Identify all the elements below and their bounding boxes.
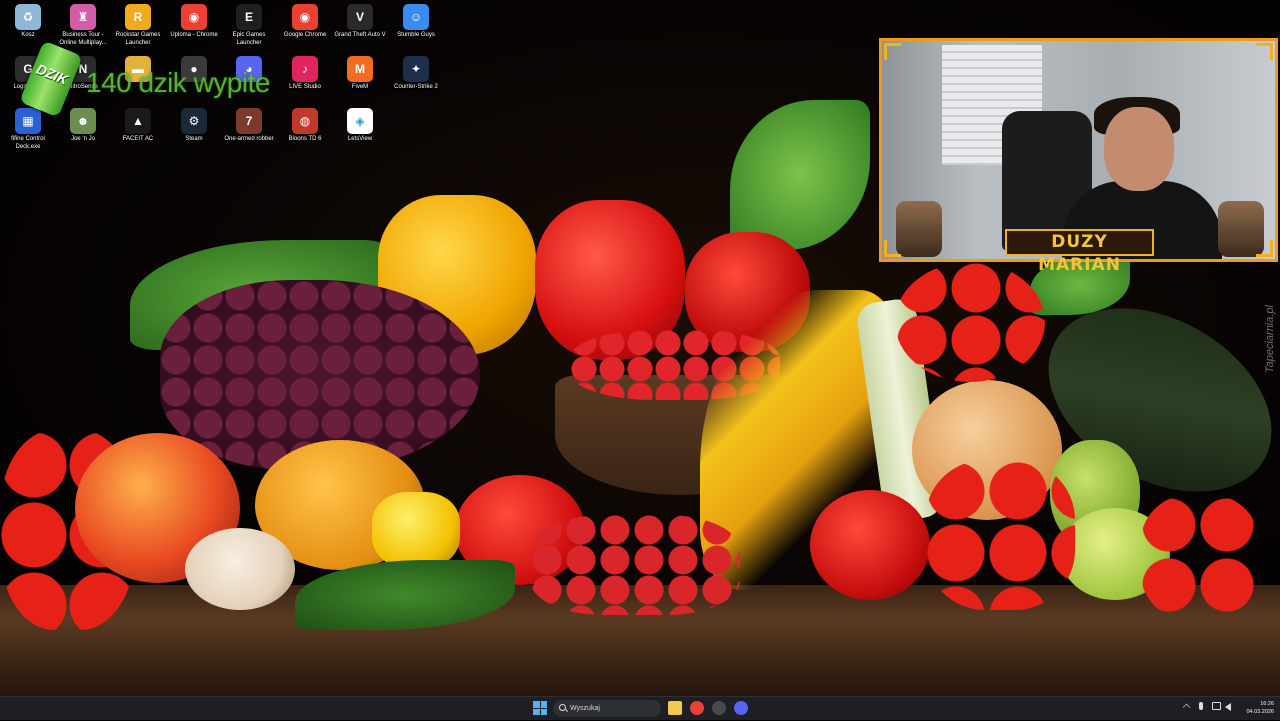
promo-counter-text: 140 dzik wypite <box>86 67 270 98</box>
desktop-icon-label: FACEIT AC <box>122 136 154 142</box>
tomatoes-cluster <box>925 460 1075 610</box>
desktop-icon-joe-n-jo[interactable]: ☻ Joe 'n Jo <box>55 108 111 144</box>
cam-streamer-head <box>1104 107 1174 191</box>
desktop-icon-rockstar[interactable]: R Rockstar Games Launcher <box>110 4 166 47</box>
business-tour-icon: ♜ <box>70 4 96 30</box>
desktop-icon-stumble[interactable]: ☺ Stumble Guys <box>388 4 444 40</box>
recycle-bin-icon: ♻ <box>15 4 41 30</box>
lettuce-right <box>730 100 870 250</box>
desktop-icon-gta5[interactable]: V Grand Theft Auto V <box>332 4 388 40</box>
desktop-icon-label: Steam <box>185 136 203 142</box>
cam-mini-avatar-left <box>896 201 942 257</box>
desktop-icon-business-tour[interactable]: ♜ Business Tour - Online Multiplay... <box>55 4 111 47</box>
taskbar-discord-icon[interactable] <box>734 701 748 715</box>
chevron-up-icon[interactable] <box>1182 703 1191 712</box>
gta5-icon: V <box>347 4 373 30</box>
taskbar-obs-icon[interactable] <box>712 701 726 715</box>
desktop-icon-label: Business Tour - Online Multiplay... <box>59 32 107 46</box>
desktop-icon-label: Google Chrome <box>283 32 327 38</box>
desktop-icon-label: Stumble Guys <box>397 32 435 38</box>
fifine-icon: ▦ <box>15 108 41 134</box>
faceit-icon: ▲ <box>125 108 151 134</box>
fivem-icon: M <box>347 56 373 82</box>
desktop-icon-label: Joe 'n Jo <box>71 136 95 142</box>
desktop-icon-label: Epic Games Launcher <box>232 32 266 46</box>
desktop-icon-label: Uploma - Chrome <box>170 32 218 38</box>
streamer-name-plate: DUZY MARIAN <box>1005 229 1154 275</box>
volume-icon[interactable] <box>1225 703 1231 711</box>
tomatoes-vine <box>895 262 1045 382</box>
desktop-icon-cs2[interactable]: ✦ Counter-Strike 2 <box>388 56 444 92</box>
clock-date: 04.03.2026 <box>1246 709 1274 715</box>
desktop-icon-label: Grand Theft Auto V <box>334 32 386 38</box>
desktop-icon-epic[interactable]: E Epic Games Launcher <box>221 4 277 47</box>
letsview-icon: ◈ <box>347 108 373 134</box>
desktop-icon-label: LetsView <box>347 136 373 142</box>
taskbar-file-explorer-icon[interactable] <box>668 701 682 715</box>
windows-logo-icon <box>533 708 540 715</box>
onion-half <box>185 528 295 610</box>
tomatoes-front <box>810 490 930 600</box>
desktop-icon-bloons[interactable]: ◍ Bloons TD 6 <box>277 108 333 144</box>
desktop-icon-recycle-bin[interactable]: ♻ Kosz <box>0 4 56 40</box>
counter-strike-icon: ✦ <box>403 56 429 82</box>
microphone-icon[interactable] <box>1199 702 1203 710</box>
wallpaper-watermark: Tapeciarnia.pl <box>1264 305 1276 374</box>
taskbar-clock[interactable]: 16:26 04.03.2026 <box>1238 700 1274 716</box>
cam-frame-corner <box>884 43 901 60</box>
cam-frame-corner <box>1256 240 1273 257</box>
desktop-icon-tiktok[interactable]: ♪ LIVE Studio <box>277 56 333 92</box>
joe-n-jo-icon: ☻ <box>70 108 96 134</box>
chrome-icon: ◉ <box>292 4 318 30</box>
desktop-icon-letsview[interactable]: ◈ LetsView <box>332 108 388 144</box>
desktop-icon-one-armed[interactable]: 7 One-armed robber <box>221 108 277 144</box>
desktop-icon-label: Rockstar Games Launcher <box>115 32 161 46</box>
stumble-guys-icon: ☺ <box>403 4 429 30</box>
desktop-icon-label: LIVE Studio <box>289 84 321 90</box>
search-placeholder: Wyszukaj <box>570 705 600 712</box>
can-label: DZIK <box>34 60 71 88</box>
desktop-icon-steam[interactable]: ⚙ Steam <box>166 108 222 144</box>
tiktok-icon: ♪ <box>292 56 318 82</box>
taskbar-chrome-icon[interactable] <box>690 701 704 715</box>
search-icon <box>559 704 566 711</box>
start-button[interactable] <box>533 701 547 715</box>
desktop-icon-label: Counter-Strike 2 <box>394 84 438 90</box>
strawberries-front <box>530 515 740 615</box>
desktop-icon-label: fifine Control Deck.exe <box>11 136 45 150</box>
taskbar-search[interactable]: Wyszukaj <box>553 700 661 717</box>
windows-logo-icon <box>540 701 547 708</box>
windows-logo-icon <box>533 701 540 708</box>
windows-logo-icon <box>540 708 547 715</box>
desktop-icon-label: FiveM <box>351 84 369 90</box>
bloons-icon: ◍ <box>292 108 318 134</box>
desktop-icon-label: Kosz <box>21 32 35 38</box>
tomatoes-right <box>1140 495 1260 620</box>
rockstar-icon: R <box>125 4 151 30</box>
desktop-icon-label: One-armed robber <box>224 136 274 142</box>
network-icon[interactable] <box>1212 702 1221 710</box>
desktop-icon-label: Bloons TD 6 <box>288 136 322 142</box>
desktop-icon-fifine[interactable]: ▦ fifine Control Deck.exe <box>0 108 56 151</box>
slot-machine-icon: 7 <box>236 108 262 134</box>
desktop-icon-fivem[interactable]: M FiveM <box>332 56 388 92</box>
epic-games-icon: E <box>236 4 262 30</box>
yellow-pepper-small <box>372 492 460 568</box>
steam-icon: ⚙ <box>181 108 207 134</box>
desktop-icon-faceit[interactable]: ▲ FACEIT AC <box>110 108 166 144</box>
chrome-icon: ◉ <box>181 4 207 30</box>
clock-time: 16:26 <box>1260 701 1274 707</box>
desktop-icon-chrome-profile[interactable]: ◉ Uploma - Chrome <box>166 4 222 40</box>
cam-frame-corner <box>1256 43 1273 60</box>
desktop-icon-google-chrome[interactable]: ◉ Google Chrome <box>277 4 333 40</box>
taskbar: Wyszukaj 16:26 04.03.2026 <box>0 696 1280 720</box>
cam-frame-corner <box>884 240 901 257</box>
